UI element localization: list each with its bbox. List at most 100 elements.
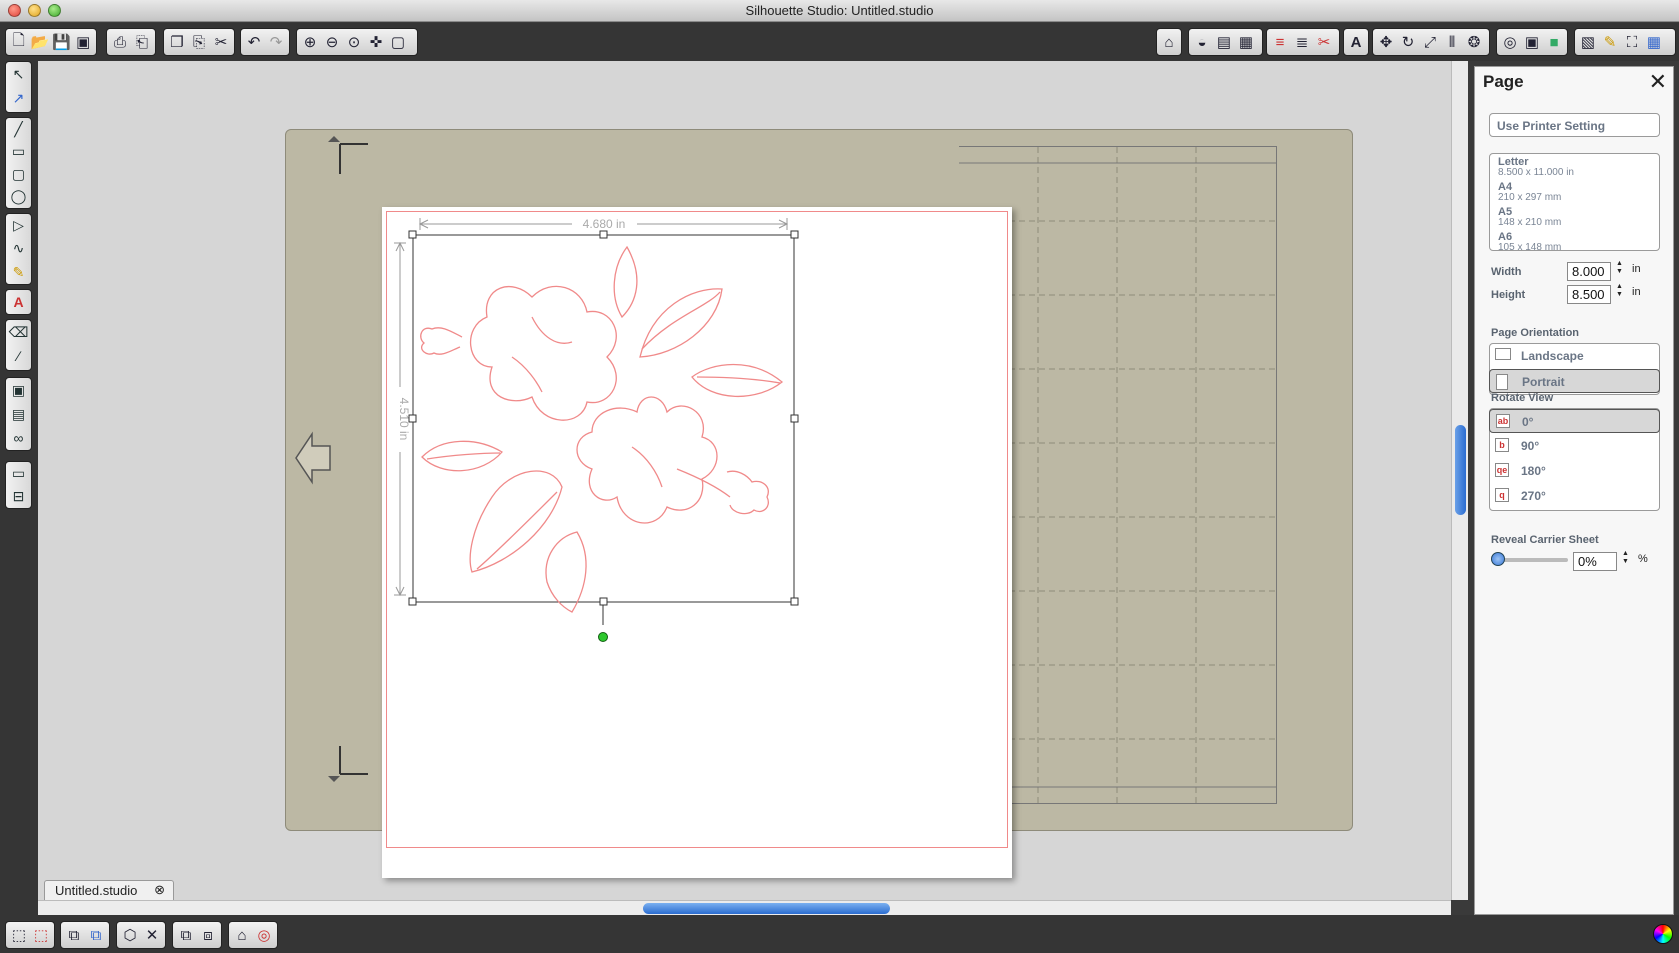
rounded-rectangle-tool-icon[interactable]: ▢ (7, 163, 31, 186)
page-size-a5[interactable]: A5 148 x 210 mm (1498, 207, 1651, 228)
orientation-portrait[interactable]: Portrait (1489, 369, 1660, 393)
new-document-icon[interactable]: 🗋 (8, 30, 30, 54)
rotate-180[interactable]: qe 180° (1489, 459, 1660, 483)
vertical-scrollbar[interactable] (1451, 61, 1468, 900)
fullscreen-icon[interactable]: ⛶ (1621, 30, 1643, 54)
line-tool-icon[interactable]: ╱ (7, 118, 31, 141)
zoom-selection-icon[interactable]: ⊙ (343, 30, 365, 54)
registration-marks-icon[interactable]: ◎ (253, 923, 275, 947)
freehand-tool-icon[interactable]: ✎ (7, 261, 31, 284)
curve-tool-icon[interactable]: ∿ (7, 237, 31, 260)
page-view-icon[interactable]: ▣ (7, 378, 31, 402)
zoom-in-icon[interactable]: ⊕ (299, 30, 321, 54)
close-window-button[interactable] (8, 4, 21, 17)
copy-icon[interactable]: ❐ (166, 30, 188, 54)
transform-icon[interactable]: ✥ (1375, 30, 1397, 54)
paste-icon[interactable]: ⎘ (188, 30, 210, 54)
online-store-icon[interactable]: ∞ (7, 426, 31, 450)
grid-settings-icon[interactable]: ▦ (1235, 30, 1257, 54)
line-style-icon[interactable]: ≣ (1291, 30, 1313, 54)
ungroup-icon[interactable]: ⬚ (30, 923, 52, 947)
rotate-90[interactable]: b 90° (1489, 434, 1660, 458)
rotate-270[interactable]: q 270° (1489, 484, 1660, 508)
vertical-scroll-thumb[interactable] (1455, 425, 1466, 515)
width-stepper[interactable]: ▲ ▼ (1616, 260, 1623, 276)
page-settings-icon[interactable]: ▤ (1213, 30, 1235, 54)
height-input[interactable]: 8.500 (1567, 285, 1611, 304)
horizontal-scrollbar[interactable] (38, 900, 1451, 915)
line-toolbar-group: ≡ ≣ ✂ (1266, 28, 1340, 56)
save-to-library-icon[interactable]: ▣ (73, 30, 95, 54)
page-size-letter[interactable]: Letter 8.500 x 11.000 in (1498, 157, 1651, 178)
weld-icon[interactable]: ⬡ (119, 923, 141, 947)
print-toolbar-group: ⎙ ⎗ (106, 28, 156, 56)
print-icon[interactable]: ⎙ (109, 30, 131, 54)
group-icon[interactable]: ⬚ (8, 923, 30, 947)
delete-icon[interactable]: ✕ (141, 923, 163, 947)
panel-close-icon[interactable]: ✕ (1649, 69, 1667, 95)
maximize-window-button[interactable] (48, 4, 61, 17)
eraser-tool-icon[interactable]: ⌫ (7, 320, 31, 344)
line-color-icon[interactable]: ≡ (1269, 30, 1291, 54)
pan-icon[interactable]: ✜ (365, 30, 387, 54)
release-compound-icon[interactable]: ⧉ (85, 923, 107, 947)
library-view-icon[interactable]: ▤ (7, 402, 31, 426)
open-icon[interactable]: 📂 (30, 30, 52, 54)
color-wheel-icon[interactable] (1653, 924, 1673, 944)
redo-icon[interactable]: ↷ (265, 30, 287, 54)
save-icon[interactable]: 💾 (51, 30, 73, 54)
split-panel-icon[interactable]: ⊟ (7, 485, 31, 508)
edit-points-icon[interactable]: ↗ (7, 86, 31, 110)
rectangle-tool-icon[interactable]: ▭ (7, 141, 31, 164)
select-arrow-icon[interactable]: ↖ (7, 62, 31, 86)
landscape-icon (1495, 348, 1511, 360)
minimize-window-button[interactable] (28, 4, 41, 17)
use-printer-setting-button[interactable]: Use Printer Setting (1489, 113, 1660, 137)
ellipse-tool-icon[interactable]: ◯ (7, 186, 31, 209)
canvas-workspace[interactable]: 4.680 in 4.510 in (38, 61, 1451, 900)
reveal-carrier-input[interactable]: 0% (1573, 552, 1617, 571)
print-and-cut-icon[interactable]: ⎗ (131, 30, 153, 54)
make-compound-icon[interactable]: ⧉ (63, 923, 85, 947)
modify-icon[interactable]: ■ (1543, 30, 1565, 54)
align-icon[interactable]: ⫴ (1441, 30, 1463, 54)
trace-icon[interactable]: ▣ (1521, 30, 1543, 54)
width-input[interactable]: 8.000 (1567, 262, 1611, 281)
points-icon[interactable]: ⌂ (231, 923, 253, 947)
rotate-0[interactable]: ab 0° (1489, 409, 1660, 433)
scale-icon[interactable]: ⤢ (1419, 30, 1441, 54)
page-size-a6[interactable]: A6 105 x 148 mm (1498, 232, 1651, 253)
undo-icon[interactable]: ↶ (243, 30, 265, 54)
height-unit: in (1632, 286, 1641, 298)
sketch-icon[interactable]: ✎ (1599, 30, 1621, 54)
grid-icon[interactable]: ▦ (1643, 30, 1665, 54)
height-stepper[interactable]: ▲ ▼ (1616, 283, 1623, 299)
send-to-back-icon[interactable]: ⧈ (197, 923, 219, 947)
text-style-icon[interactable]: A (1346, 30, 1366, 54)
text-tool-icon[interactable]: A (7, 290, 31, 314)
replicate-icon[interactable]: ❂ (1463, 30, 1485, 54)
history-toolbar-group: ↶ ↷ (240, 28, 290, 56)
offset-icon[interactable]: ◎ (1499, 30, 1521, 54)
knife-tool-icon[interactable]: ∕ (7, 344, 31, 368)
cut-settings-icon[interactable]: ✂ (1313, 30, 1335, 54)
fill-icon[interactable]: ◒ (1191, 30, 1213, 54)
fit-to-page-icon[interactable]: ▢ (387, 30, 409, 54)
rotate-icon[interactable]: ↻ (1397, 30, 1419, 54)
polygon-tool-icon[interactable]: ▷ (7, 214, 31, 237)
reveal-carrier-slider-thumb[interactable] (1491, 552, 1505, 566)
document-tab[interactable]: Untitled.studio ⊗ (44, 880, 174, 900)
bring-to-front-icon[interactable]: ⧉ (175, 923, 197, 947)
library-icon[interactable]: ⌂ (1159, 30, 1179, 54)
transform-toolbar-group: ✥ ↻ ⤢ ⫴ ❂ (1372, 28, 1490, 56)
weld-toolbar-group: ⬡ ✕ (116, 921, 166, 949)
zoom-out-icon[interactable]: ⊖ (321, 30, 343, 54)
horizontal-scroll-thumb[interactable] (643, 903, 890, 914)
page-size-a4[interactable]: A4 210 x 297 mm (1498, 182, 1651, 203)
orientation-landscape[interactable]: Landscape (1489, 344, 1660, 368)
reveal-carrier-stepper[interactable]: ▲ ▼ (1622, 550, 1629, 566)
single-panel-icon[interactable]: ▭ (7, 462, 31, 485)
send-to-silhouette-icon[interactable]: ▧ (1577, 30, 1599, 54)
cut-icon[interactable]: ✂ (210, 30, 232, 54)
close-tab-icon[interactable]: ⊗ (154, 882, 165, 898)
